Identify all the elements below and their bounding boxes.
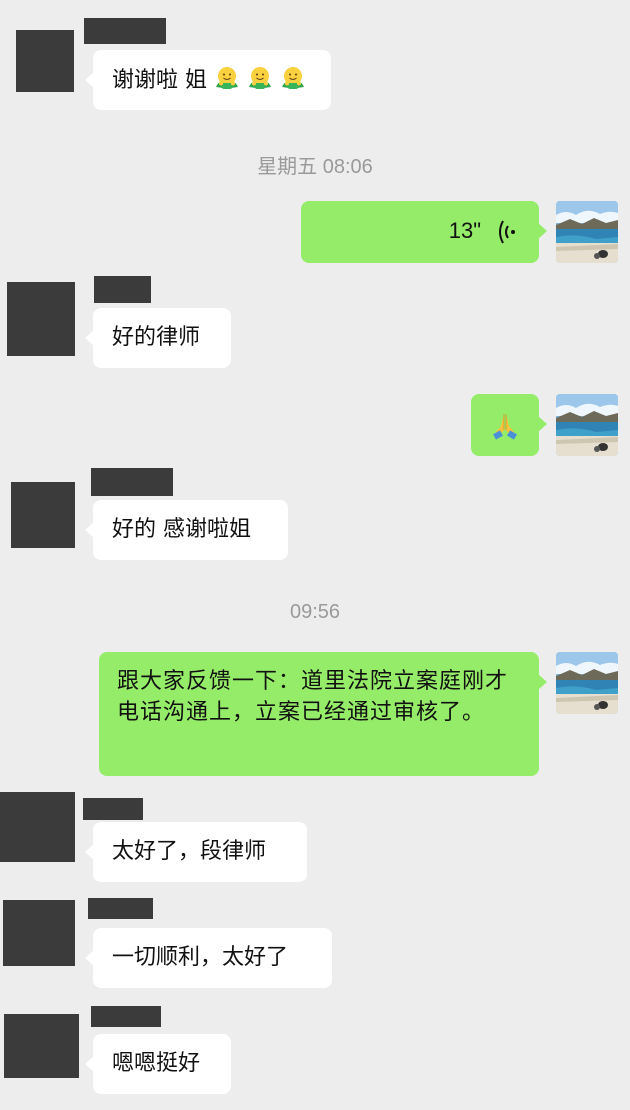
sender-name-redacted — [91, 468, 173, 496]
voice-message-bubble[interactable]: 13" — [301, 201, 547, 263]
avatar[interactable] — [7, 282, 75, 356]
my-avatar[interactable] — [556, 201, 618, 263]
message-bubble[interactable]: 谢谢啦 姐 — [85, 50, 331, 110]
sender-name-redacted — [84, 18, 166, 44]
voice-wave-icon — [499, 220, 515, 244]
timestamp: 09:56 — [289, 601, 341, 623]
message-text: 一切顺利，太好了 — [112, 945, 289, 970]
message-text: 好的 感谢啦姐 — [112, 517, 251, 542]
message-bubble[interactable]: 嗯嗯挺好 — [85, 1034, 231, 1094]
message-text: 好的律师 — [112, 325, 201, 350]
avatar[interactable] — [3, 900, 75, 966]
message-bubble[interactable]: 跟大家反馈一下：道里法院立案庭刚才电话沟通上，立案已经通过审核了。 — [99, 652, 547, 776]
message-bubble[interactable]: 太好了，段律师 — [85, 822, 307, 882]
sender-name-redacted — [83, 798, 143, 820]
avatar[interactable] — [4, 1014, 79, 1078]
message-bubble[interactable]: 好的 感谢啦姐 — [85, 500, 288, 560]
message-bubble[interactable]: 好的律师 — [85, 308, 231, 368]
avatar[interactable] — [11, 482, 75, 548]
message-text: 太好了，段律师 — [112, 839, 267, 864]
message-text: 谢谢啦 姐 — [112, 68, 207, 93]
hugging-emoji-icon — [280, 65, 306, 91]
message-text: 嗯嗯挺好 — [112, 1051, 201, 1076]
sender-name-redacted — [94, 276, 151, 303]
message-bubble[interactable]: 一切顺利，太好了 — [85, 928, 332, 988]
timestamp: 星期五 08:06 — [257, 156, 373, 178]
voice-duration: 13" — [448, 218, 481, 243]
chat-area[interactable]: 谢谢啦 姐 星期五 08:06 13" 好的律师 好的 感谢啦姐 09:56 跟… — [0, 0, 630, 1110]
avatar[interactable] — [0, 792, 75, 862]
sender-name-redacted — [91, 1006, 161, 1027]
message-text: 跟大家反馈一下：道里法院立案庭刚才电话沟通上，立案已经通过审核了。 — [117, 669, 509, 725]
folded-hands-emoji-icon — [493, 414, 517, 440]
avatar[interactable] — [16, 30, 74, 92]
my-avatar[interactable] — [556, 394, 618, 456]
sender-name-redacted — [88, 898, 153, 919]
my-avatar[interactable] — [556, 652, 618, 714]
emoji-message-bubble[interactable] — [471, 394, 547, 456]
hugging-emoji-icon — [247, 65, 273, 91]
hugging-emoji-icon — [214, 65, 240, 91]
